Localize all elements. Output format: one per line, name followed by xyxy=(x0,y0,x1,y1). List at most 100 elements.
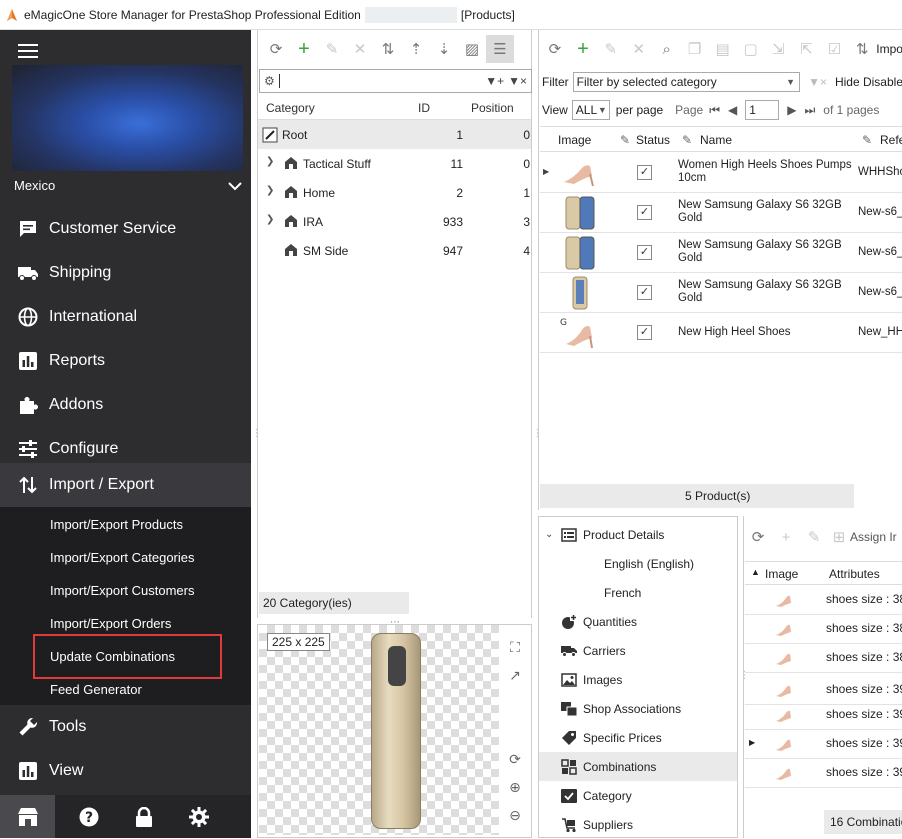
tree-item-quantities[interactable]: Quantities xyxy=(539,607,737,636)
column-image[interactable]: Image xyxy=(765,567,798,581)
category-row[interactable]: ❯ Home 2 1 xyxy=(258,178,531,207)
column-name[interactable]: Name xyxy=(700,133,732,147)
filter-clear-icon[interactable]: ▼× xyxy=(508,74,527,88)
open-external-icon[interactable]: ↗ xyxy=(500,661,530,689)
page-input[interactable]: 1 xyxy=(745,100,780,120)
lock-icon[interactable] xyxy=(116,806,171,827)
column-image[interactable]: Image xyxy=(558,133,591,147)
combination-row[interactable]: ▶ shoes size : 39, xyxy=(745,730,902,759)
per-page-select[interactable]: ALL ▼ xyxy=(571,100,610,120)
settings-icon[interactable]: ⚙ xyxy=(264,74,275,88)
category-row[interactable]: ❯ Tactical Stuff 11 0 xyxy=(258,149,531,178)
gear-icon[interactable] xyxy=(171,806,226,827)
column-position[interactable]: Position xyxy=(471,101,514,115)
filter-add-icon[interactable]: ▼+ xyxy=(485,74,504,88)
tree-item-shop-associations[interactable]: Shop Associations xyxy=(539,694,737,723)
status-checkbox[interactable]: ✓ xyxy=(637,285,652,300)
status-checkbox[interactable]: ✓ xyxy=(637,205,652,220)
filter-list-icon[interactable]: ☰ xyxy=(486,35,514,63)
submenu-import-export-products[interactable]: Import/Export Products xyxy=(50,517,183,532)
product-row[interactable]: G ✓ New High Heel Shoes New_HH xyxy=(540,313,902,353)
tree-item-images[interactable]: Images xyxy=(539,665,737,694)
sidebar-item-import-export[interactable]: Import / Export xyxy=(0,463,251,507)
submenu-import-export-customers[interactable]: Import/Export Customers xyxy=(50,583,195,598)
tree-item-carriers[interactable]: Carriers xyxy=(539,636,737,665)
move-icon[interactable]: ⇅ xyxy=(374,35,402,63)
last-page-icon[interactable]: ⏭ xyxy=(804,103,815,118)
combination-row[interactable]: shoes size : 38, xyxy=(745,644,902,673)
status-checkbox[interactable]: ✓ xyxy=(637,325,652,340)
refresh-icon[interactable]: ⟳ xyxy=(541,35,569,63)
filter-clear-icon[interactable]: ▼× xyxy=(808,75,827,89)
image-edit-icon[interactable]: ▨ xyxy=(458,35,486,63)
column-reference[interactable]: Refe xyxy=(880,133,902,147)
sidebar-item-tools[interactable]: Tools xyxy=(0,705,251,749)
category-row[interactable]: SM Side 947 4 xyxy=(258,236,531,265)
column-status[interactable]: Status xyxy=(636,133,670,147)
mass-edit-icon[interactable]: ☑ xyxy=(820,35,848,63)
menu-icon[interactable] xyxy=(18,44,38,62)
tree-item-specific-prices[interactable]: Specific Prices xyxy=(539,723,737,752)
category-row[interactable]: ❯ IRA 933 3 xyxy=(258,207,531,236)
category-search-bar[interactable]: ⚙ ▼+ ▼× xyxy=(259,69,532,93)
filter-select[interactable]: Filter by selected category ▼ xyxy=(572,72,801,92)
paste-icon[interactable]: ▤ xyxy=(709,35,737,63)
combination-row[interactable]: shoes size : 39, xyxy=(745,759,902,788)
hide-disabled-label[interactable]: Hide Disable xyxy=(835,75,902,89)
combination-row[interactable]: shoes size : 38, xyxy=(745,586,902,615)
import-button-label[interactable]: Impo xyxy=(876,42,902,56)
move-up-icon[interactable]: ⇡ xyxy=(402,35,430,63)
edit-icon[interactable]: ✎ xyxy=(318,35,346,63)
submenu-feed-generator[interactable]: Feed Generator xyxy=(50,682,142,697)
rotate-icon[interactable]: ⟳ xyxy=(500,745,530,773)
actual-size-icon[interactable]: ⛶ xyxy=(500,633,530,661)
edit-icon[interactable]: ✎ xyxy=(800,523,828,551)
combination-row[interactable]: shoes size : 38, xyxy=(745,615,902,644)
next-page-icon[interactable]: ▶ xyxy=(787,103,796,117)
column-attributes[interactable]: Attributes xyxy=(829,567,880,581)
expand-arrow-icon[interactable]: ❯ xyxy=(266,156,274,167)
sidebar-item-addons[interactable]: Addons xyxy=(0,383,251,427)
import-icon[interactable]: ⇅ xyxy=(848,35,876,63)
delete-icon[interactable]: ✕ xyxy=(346,35,374,63)
assign-icon[interactable]: ⇲ xyxy=(765,35,793,63)
tree-item-product-details[interactable]: ⌄ Product Details xyxy=(539,520,737,549)
column-category[interactable]: Category xyxy=(266,101,315,115)
sidebar-item-international[interactable]: International xyxy=(0,295,251,339)
tree-item-french[interactable]: French xyxy=(539,578,737,607)
refresh-icon[interactable]: ⟳ xyxy=(262,35,290,63)
collapse-arrow-icon[interactable]: ⌄ xyxy=(545,529,553,540)
copy-icon[interactable]: ❐ xyxy=(681,35,709,63)
sidebar-item-view[interactable]: View xyxy=(0,749,251,793)
search-icon[interactable]: ⌕ xyxy=(653,35,681,63)
add-icon[interactable]: + xyxy=(772,523,800,551)
column-id[interactable]: ID xyxy=(418,101,430,115)
category-row[interactable]: Root 1 0 xyxy=(258,120,531,149)
help-icon[interactable]: ? xyxy=(61,807,116,827)
tree-item-suppliers[interactable]: Suppliers xyxy=(539,810,737,839)
expand-arrow-icon[interactable]: ❯ xyxy=(266,214,274,225)
submenu-import-export-orders[interactable]: Import/Export Orders xyxy=(50,616,171,631)
sidebar-item-shipping[interactable]: Shipping xyxy=(0,251,251,295)
assign-images-button[interactable]: Assign Ir xyxy=(850,530,897,544)
assign-image-icon[interactable]: ⊞ xyxy=(828,523,850,551)
prev-page-icon[interactable]: ◀ xyxy=(728,103,737,117)
zoom-in-icon[interactable]: ⊕ xyxy=(500,773,530,801)
search-input[interactable] xyxy=(278,74,280,88)
product-row[interactable]: ✓ New Samsung Galaxy S6 32GB Gold New-s6… xyxy=(540,193,902,233)
expand-arrow-icon[interactable]: ❯ xyxy=(266,185,274,196)
zoom-out-icon[interactable]: ⊖ xyxy=(500,801,530,829)
product-row[interactable]: ▶ ✓ Women High Heels Shoes Pumps 10cm WH… xyxy=(540,153,902,193)
add-icon[interactable]: + xyxy=(569,35,597,63)
unassign-icon[interactable]: ⇱ xyxy=(792,35,820,63)
sidebar-item-customer-service[interactable]: Customer Service xyxy=(0,207,251,251)
duplicate-icon[interactable]: ▢ xyxy=(737,35,765,63)
add-icon[interactable]: + xyxy=(290,35,318,63)
edit-icon[interactable]: ✎ xyxy=(597,35,625,63)
delete-icon[interactable]: ✕ xyxy=(625,35,653,63)
status-checkbox[interactable]: ✓ xyxy=(637,165,652,180)
move-down-icon[interactable]: ⇣ xyxy=(430,35,458,63)
sidebar-item-reports[interactable]: Reports xyxy=(0,339,251,383)
store-icon[interactable] xyxy=(0,795,55,838)
tree-item-category[interactable]: Category xyxy=(539,781,737,810)
